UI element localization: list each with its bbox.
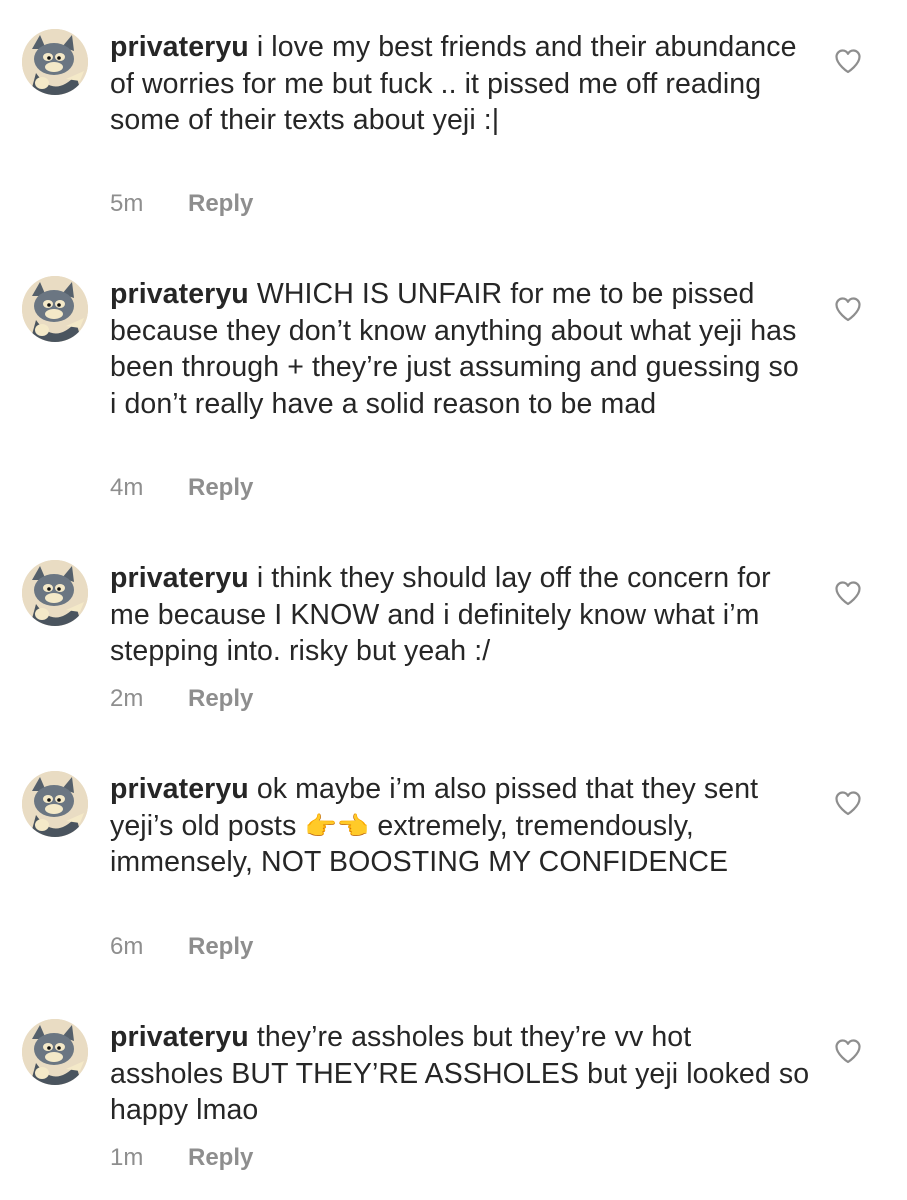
comment-timestamp: 2m [110, 685, 144, 712]
comment-meta: 1m Reply [110, 1144, 253, 1172]
like-button[interactable] [834, 1038, 862, 1064]
avatar[interactable] [22, 1019, 88, 1085]
comment-text: privateryu ok maybe i’m also pissed that… [110, 771, 810, 881]
avatar[interactable] [22, 276, 88, 342]
comment-text: privateryu i think they should lay off t… [110, 560, 810, 670]
tom-cat-avatar-icon [22, 276, 88, 342]
reply-button[interactable]: Reply [188, 474, 253, 502]
comment-username[interactable]: privateryu [110, 562, 249, 594]
reply-button[interactable]: Reply [188, 685, 253, 713]
tom-cat-avatar-icon [22, 1019, 88, 1085]
heart-outline-icon [835, 581, 861, 606]
comment-username[interactable]: privateryu [110, 278, 249, 310]
comment-meta: 2m Reply [110, 685, 253, 713]
avatar[interactable] [22, 771, 88, 837]
comment-username[interactable]: privateryu [110, 1021, 249, 1053]
comment-timestamp: 1m [110, 1144, 144, 1171]
like-button[interactable] [834, 790, 862, 816]
heart-outline-icon [835, 297, 861, 322]
comment-timestamp: 5m [110, 190, 144, 217]
comment-text: privateryu i love my best friends and th… [110, 29, 810, 139]
reply-button[interactable]: Reply [188, 190, 253, 218]
comment-timestamp: 6m [110, 933, 144, 960]
comment-username[interactable]: privateryu [110, 31, 249, 63]
tom-cat-avatar-icon [22, 771, 88, 837]
avatar[interactable] [22, 29, 88, 95]
pointing-fingers-emoji-icon: 👉👈 [304, 810, 370, 841]
tom-cat-avatar-icon [22, 560, 88, 626]
reply-button[interactable]: Reply [188, 933, 253, 961]
like-button[interactable] [834, 48, 862, 74]
comment-username[interactable]: privateryu [110, 773, 249, 805]
like-button[interactable] [834, 580, 862, 606]
heart-outline-icon [835, 1039, 861, 1064]
heart-outline-icon [835, 791, 861, 816]
avatar[interactable] [22, 560, 88, 626]
comment-timestamp: 4m [110, 474, 144, 501]
tom-cat-avatar-icon [22, 29, 88, 95]
comment-text: privateryu WHICH IS UNFAIR for me to be … [110, 276, 810, 422]
comment-meta: 6m Reply [110, 933, 253, 961]
reply-button[interactable]: Reply [188, 1144, 253, 1172]
comment-text: privateryu they’re assholes but they’re … [110, 1019, 810, 1129]
like-button[interactable] [834, 296, 862, 322]
heart-outline-icon [835, 49, 861, 74]
comment-meta: 4m Reply [110, 474, 253, 502]
comment-meta: 5m Reply [110, 190, 253, 218]
